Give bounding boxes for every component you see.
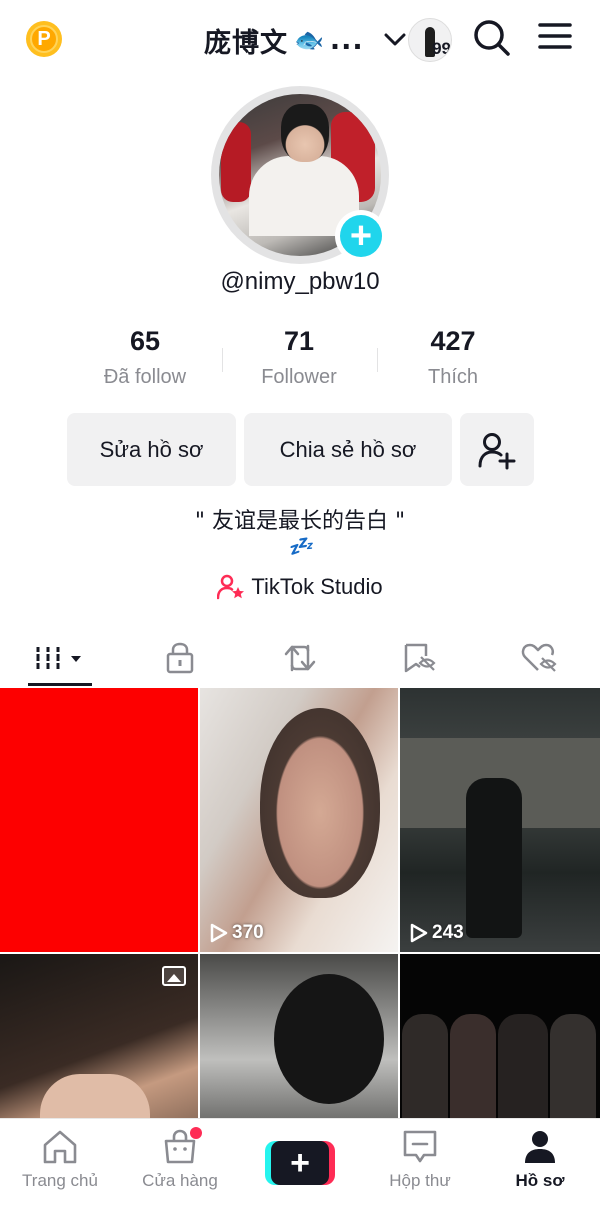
profile-icon — [525, 1131, 555, 1163]
tab-private[interactable] — [120, 630, 240, 686]
view-count: 370 — [210, 922, 264, 944]
nav-shop-label: Cửa hàng — [142, 1171, 218, 1190]
play-icon — [210, 923, 228, 943]
grid-icon — [35, 647, 81, 669]
view-count-value: 370 — [232, 922, 264, 943]
tab-favorites[interactable] — [360, 630, 480, 686]
view-count: 243 — [410, 922, 464, 944]
stat-likes-label: Thích — [427, 366, 479, 388]
stat-likes[interactable]: 427 Thích — [376, 326, 530, 389]
add-story-button[interactable]: + — [335, 210, 387, 262]
tab-videos[interactable] — [0, 630, 120, 686]
studio-label: TikTok Studio — [251, 574, 383, 599]
stat-followers-label: Follower — [261, 366, 337, 388]
create-plus-symbol: + — [271, 1141, 329, 1185]
home-icon — [43, 1130, 77, 1164]
nav-profile[interactable]: Hồ sơ — [480, 1119, 600, 1210]
nav-home-label: Trang chủ — [22, 1171, 98, 1190]
points-coin-icon[interactable]: P — [26, 21, 62, 57]
nav-inbox[interactable]: Hộp thư — [360, 1119, 480, 1210]
video-thumbnail[interactable]: 370 — [200, 688, 398, 952]
lock-icon — [166, 642, 194, 674]
stat-likes-value: 427 — [430, 326, 476, 356]
share-profile-button[interactable]: Chia sẻ hồ sơ — [244, 413, 452, 486]
video-thumbnail[interactable]: 243 — [400, 688, 600, 952]
stat-divider — [377, 348, 378, 372]
view-count-value: 243 — [432, 922, 464, 943]
hamburger-menu-icon[interactable] — [538, 22, 572, 50]
plus-icon: + — [340, 215, 382, 257]
nav-home[interactable]: Trang chủ — [0, 1119, 120, 1210]
points-coin-label: P — [30, 25, 58, 53]
story-count: 99 — [432, 39, 451, 58]
account-name: 庞博文 — [204, 27, 288, 59]
video-thumbnail[interactable] — [0, 688, 198, 952]
notification-dot — [190, 1127, 202, 1139]
stat-followers[interactable]: 71 Follower — [222, 326, 376, 389]
nav-create[interactable]: + — [240, 1119, 360, 1210]
add-friend-button[interactable] — [460, 413, 534, 486]
inbox-icon — [403, 1130, 437, 1163]
content-tabs — [0, 630, 600, 686]
add-user-icon — [478, 432, 516, 469]
heart-hidden-icon — [521, 643, 557, 672]
search-icon[interactable] — [472, 18, 512, 58]
story-avatar[interactable]: 99 — [408, 18, 452, 62]
profile-actions: Sửa hồ sơ Chia sẻ hồ sơ — [67, 413, 534, 486]
nav-shop[interactable]: Cửa hàng — [120, 1119, 240, 1210]
account-name-ellipsis: ... — [329, 24, 364, 56]
repost-icon — [284, 644, 316, 672]
bookmark-hidden-icon — [404, 643, 436, 673]
edit-profile-button[interactable]: Sửa hồ sơ — [67, 413, 236, 486]
nav-inbox-label: Hộp thư — [389, 1171, 451, 1190]
bio-emoji: 💤 — [287, 536, 313, 558]
username: @nimy_pbw10 — [220, 268, 380, 295]
tab-active-indicator — [28, 683, 92, 686]
studio-person-star-icon — [217, 574, 245, 600]
profile-stats: 65 Đã follow 71 Follower 427 Thích — [68, 326, 532, 389]
create-plus-icon: + — [265, 1141, 335, 1185]
stat-following-value: 65 — [129, 326, 161, 356]
stat-following-label: Đã follow — [103, 366, 187, 388]
stat-followers-value: 71 — [283, 326, 315, 356]
account-name-emoji: 🐟 — [294, 26, 324, 54]
stat-divider — [222, 348, 223, 372]
photo-post-icon — [162, 966, 186, 986]
bottom-nav: Trang chủ Cửa hàng + Hộp thư Hồ sơ — [0, 1118, 600, 1210]
stat-following[interactable]: 65 Đã follow — [68, 326, 222, 389]
nav-profile-label: Hồ sơ — [515, 1171, 565, 1190]
top-bar: P 庞博文 🐟 ... 99 — [0, 0, 600, 80]
tab-reposts[interactable] — [240, 630, 360, 686]
play-icon — [410, 923, 428, 943]
tab-liked[interactable] — [480, 630, 600, 686]
profile-bio: " 友谊是最长的告白 " — [194, 509, 406, 534]
chevron-down-icon — [384, 33, 406, 46]
account-switcher[interactable]: 庞博文 🐟 ... — [204, 20, 406, 60]
tiktok-studio-link[interactable]: TikTok Studio — [0, 574, 600, 600]
